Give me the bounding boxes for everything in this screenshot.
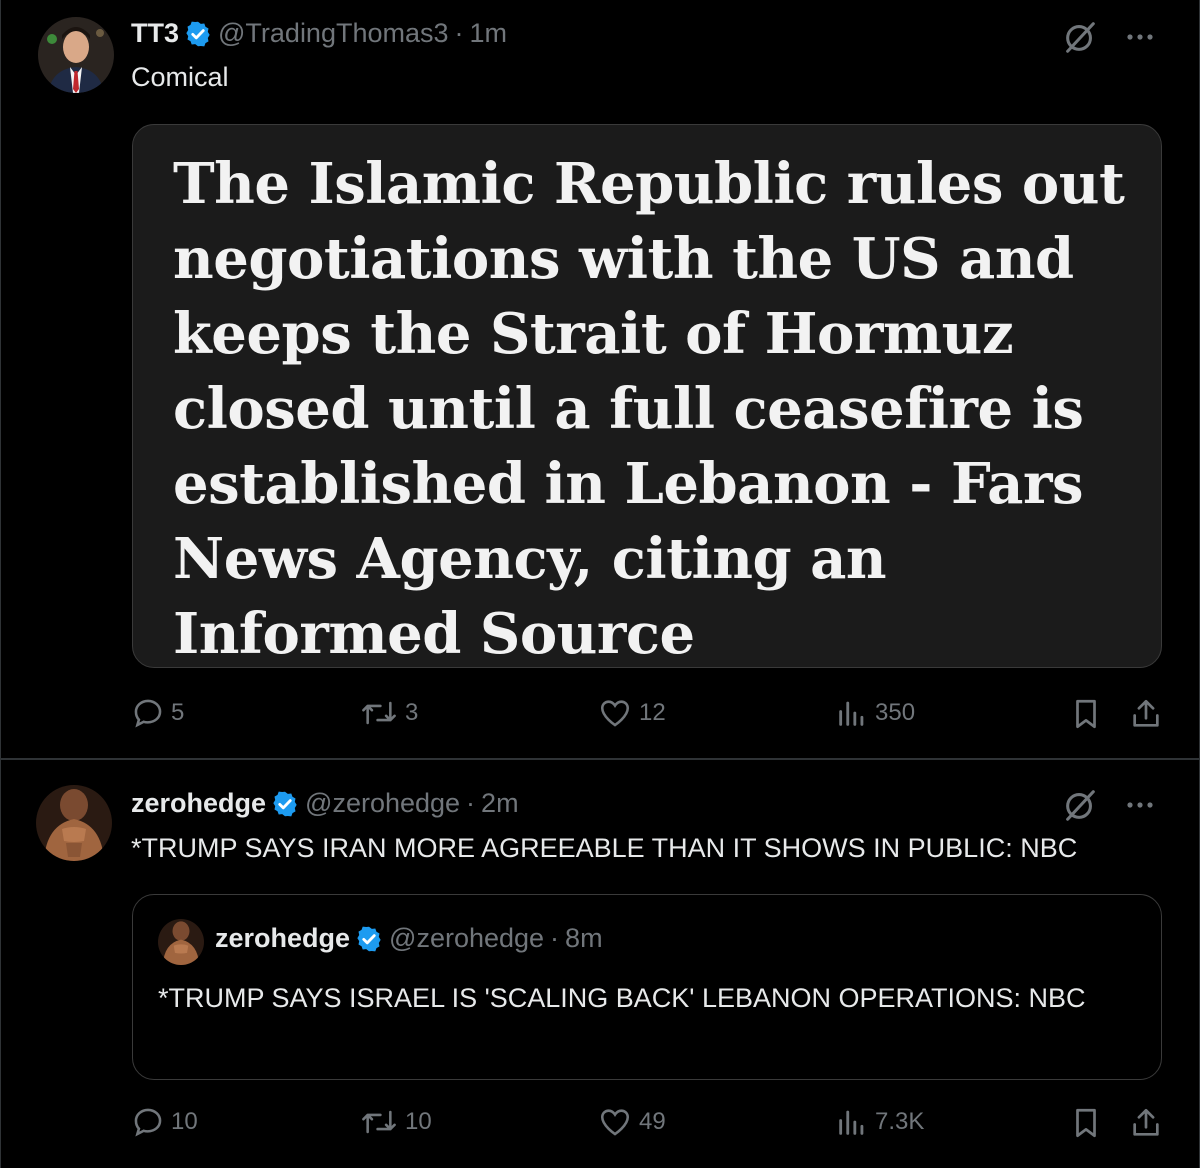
avatar[interactable] [38, 17, 114, 93]
separator-dot: · [454, 18, 464, 48]
handle[interactable]: @TradingThomas3 [218, 18, 449, 49]
tweet-1[interactable]: TT3 @TradingThomas3 · 1m Comical The Isl… [0, 0, 1200, 758]
like-button[interactable]: 12 [597, 696, 666, 730]
timestamp[interactable]: 2m [481, 788, 519, 819]
tweet-top-actions [1061, 18, 1157, 56]
views-count: 7.3K [875, 1108, 925, 1135]
views-button[interactable]: 7.3K [835, 1105, 924, 1139]
like-icon [600, 700, 630, 727]
reply-icon [134, 1108, 162, 1137]
bookmark-icon[interactable] [1069, 1105, 1103, 1141]
timestamp: 8m [565, 923, 603, 953]
views-button[interactable]: 350 [835, 696, 915, 730]
handle[interactable]: @zerohedge [305, 788, 460, 819]
verified-badge-icon [186, 21, 210, 46]
separator-dot: · [466, 788, 476, 818]
avatar[interactable] [158, 919, 204, 965]
share-icon[interactable] [1129, 1105, 1163, 1141]
grok-icon[interactable] [1061, 786, 1099, 824]
card-headline: The Islamic Republic rules out negotiati… [173, 151, 1125, 667]
reply-button[interactable]: 5 [131, 696, 184, 730]
verified-badge-icon [273, 791, 297, 816]
share-icon[interactable] [1129, 696, 1163, 732]
like-icon [600, 1109, 630, 1136]
like-count: 49 [639, 1108, 666, 1135]
display-name: zerohedge [215, 923, 351, 953]
tweet-header: zerohedge @zerohedge · 2m [131, 788, 519, 819]
quoted-tweet-header: zerohedge @zerohedge · 8m [215, 923, 603, 954]
tweet-actions-right [1069, 696, 1163, 732]
verified-badge-icon [357, 926, 381, 951]
more-icon[interactable] [1123, 20, 1157, 54]
display-name[interactable]: TT3 [131, 18, 179, 49]
tweet-2[interactable]: zerohedge @zerohedge · 2m *TRUMP SAYS IR… [0, 760, 1200, 1168]
tweet-top-actions [1061, 786, 1157, 824]
reply-count: 10 [171, 1108, 198, 1135]
repost-icon [362, 1110, 396, 1134]
tweet-text: *TRUMP SAYS IRAN MORE AGREEABLE THAN IT … [131, 833, 1078, 863]
views-icon [839, 701, 864, 726]
grok-icon[interactable] [1061, 18, 1099, 56]
like-button[interactable]: 49 [597, 1105, 666, 1139]
quoted-tweet[interactable]: zerohedge @zerohedge · 8m *TRUMP SAYS IS… [132, 894, 1162, 1080]
reply-icon [134, 699, 162, 728]
tweet-header: TT3 @TradingThomas3 · 1m [131, 18, 507, 49]
bookmark-icon[interactable] [1069, 696, 1103, 732]
tweet-actions-right [1069, 1105, 1163, 1141]
quoted-tweet-text: *TRUMP SAYS ISRAEL IS 'SCALING BACK' LEB… [158, 983, 1086, 1013]
like-count: 12 [639, 699, 666, 726]
repost-button[interactable]: 3 [359, 696, 418, 730]
views-icon [839, 1110, 864, 1135]
reply-count: 5 [171, 699, 185, 726]
tweet-actions: 5 3 12 350 [131, 696, 1163, 736]
repost-count: 10 [405, 1108, 432, 1135]
views-count: 350 [875, 699, 916, 726]
more-icon[interactable] [1123, 788, 1157, 822]
avatar[interactable] [36, 785, 112, 861]
repost-button[interactable]: 10 [359, 1105, 432, 1139]
repost-count: 3 [405, 699, 419, 726]
reply-button[interactable]: 10 [131, 1105, 198, 1139]
tweet-text: Comical [131, 62, 229, 92]
tweet-actions: 10 10 49 7.3K [131, 1105, 1163, 1145]
media-card[interactable]: The Islamic Republic rules out negotiati… [132, 124, 1162, 668]
separator-dot: · [550, 923, 560, 953]
handle: @zerohedge [389, 923, 545, 953]
repost-icon [362, 701, 396, 725]
display-name[interactable]: zerohedge [131, 788, 266, 819]
timestamp[interactable]: 1m [470, 18, 508, 49]
